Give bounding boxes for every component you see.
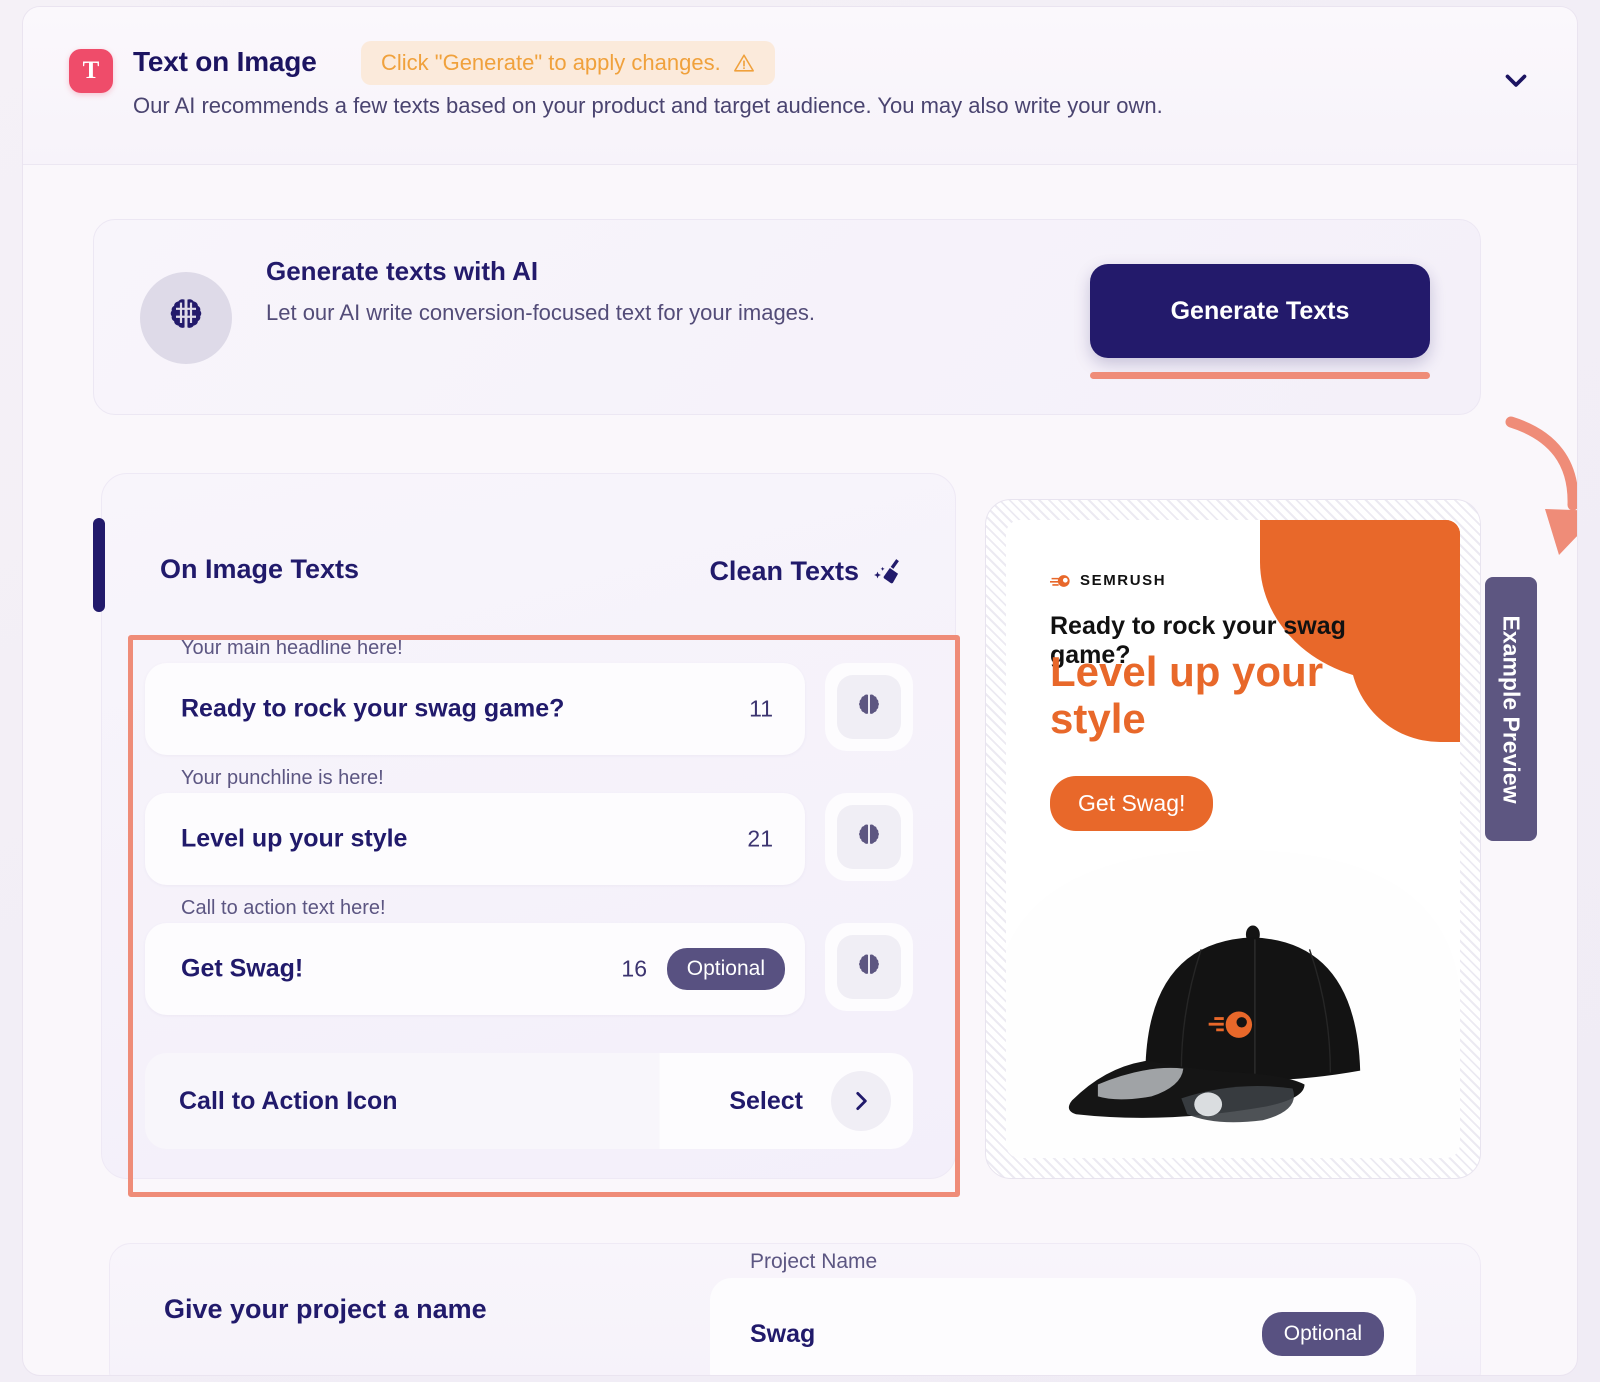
preview-punchline: Level up your style — [1050, 648, 1324, 743]
brain-icon — [837, 675, 901, 739]
punchline-input[interactable]: Your punchline is here! Level up your st… — [145, 767, 805, 885]
example-preview-tab[interactable]: Example Preview — [1485, 577, 1537, 841]
headline-char-count: 11 — [749, 695, 773, 722]
generate-with-ai-card: Generate texts with AI Let our AI write … — [93, 219, 1481, 415]
headline-label: Your main headline here! — [181, 637, 403, 659]
example-preview-card: SEMRUSH Ready to rock your swag game? Le… — [985, 499, 1481, 1179]
punchline-value: Level up your style — [181, 824, 408, 853]
cta-text-field-row: Call to action text here! Get Swag! 16 O… — [145, 897, 913, 1015]
text-on-image-panel: T Text on Image Click "Generate" to appl… — [22, 6, 1578, 1376]
preview-cta-button[interactable]: Get Swag! — [1050, 776, 1214, 831]
punchline-field-row: Your punchline is here! Level up your st… — [145, 767, 913, 885]
cta-text-value: Get Swag! — [181, 954, 304, 983]
brain-icon — [837, 805, 901, 869]
cta-ai-brain-button[interactable] — [825, 923, 913, 1011]
panel-header: T Text on Image Click "Generate" to appl… — [23, 7, 1577, 165]
punchline-ai-brain-button[interactable] — [825, 793, 913, 881]
chevron-right-icon[interactable] — [831, 1071, 891, 1131]
ai-card-title: Generate texts with AI — [266, 256, 539, 286]
preview-canvas: SEMRUSH Ready to rock your swag game? Le… — [1006, 520, 1460, 1158]
semrush-logo-text: SEMRUSH — [1080, 572, 1167, 589]
broom-sparkle-icon — [874, 559, 899, 584]
semrush-logo: SEMRUSH — [1050, 572, 1166, 589]
chevron-down-icon[interactable] — [1499, 63, 1533, 97]
cta-text-char-count: 16 — [621, 955, 647, 982]
project-name-card: Give your project a name Project Name Sw… — [109, 1243, 1481, 1375]
warning-triangle-icon — [733, 54, 754, 72]
app-root: T Text on Image Click "Generate" to appl… — [0, 0, 1600, 1382]
headline-ai-brain-button[interactable] — [825, 663, 913, 751]
punchline-char-count: 21 — [747, 825, 773, 852]
generate-button-underline-highlight — [1090, 372, 1430, 379]
generate-texts-button[interactable]: Generate Texts — [1090, 264, 1430, 358]
pointer-arrow-icon — [1505, 416, 1577, 555]
on-image-texts-title: On Image Texts — [160, 554, 360, 584]
brain-circuit-icon — [140, 272, 232, 364]
panel-subtitle: Our AI recommends a few texts based on y… — [133, 93, 1163, 118]
project-name-value: Swag — [750, 1320, 816, 1348]
headline-input[interactable]: Your main headline here! Ready to rock y… — [145, 637, 805, 755]
clean-texts-button[interactable]: Clean Texts — [709, 554, 905, 588]
clean-texts-label: Clean Texts — [709, 555, 859, 586]
page-title: Text on Image — [133, 46, 317, 77]
project-name-heading: Give your project a name — [164, 1294, 487, 1324]
warning-text: Click "Generate" to apply changes. — [381, 50, 721, 75]
cta-text-input[interactable]: Call to action text here! Get Swag! 16 O… — [145, 897, 805, 1015]
project-name-field-label: Project Name — [750, 1250, 878, 1273]
headline-value: Ready to rock your swag game? — [181, 694, 565, 723]
call-to-action-icon-row[interactable]: Call to Action Icon Select — [145, 1053, 913, 1149]
headline-field-row: Your main headline here! Ready to rock y… — [145, 637, 913, 755]
warning-banner: Click "Generate" to apply changes. — [361, 41, 775, 85]
text-tool-icon: T — [69, 49, 113, 93]
ai-card-description: Let our AI write conversion-focused text… — [266, 300, 816, 325]
project-optional-badge: Optional — [1261, 1312, 1384, 1356]
cta-text-label: Call to action text here! — [181, 897, 386, 919]
example-preview-tab-label: Example Preview — [1498, 615, 1525, 803]
punchline-label: Your punchline is here! — [181, 767, 384, 789]
project-name-input[interactable]: Project Name Swag Optional — [710, 1250, 1416, 1375]
brain-icon — [837, 935, 901, 999]
cta-icon-select-label: Select — [729, 1086, 803, 1115]
semrush-comet-icon — [1050, 574, 1070, 587]
black-baseball-cap-photo — [1006, 850, 1460, 1158]
cta-optional-badge: Optional — [666, 948, 785, 990]
cta-icon-label: Call to Action Icon — [179, 1086, 398, 1115]
card-accent-bar — [93, 518, 105, 612]
